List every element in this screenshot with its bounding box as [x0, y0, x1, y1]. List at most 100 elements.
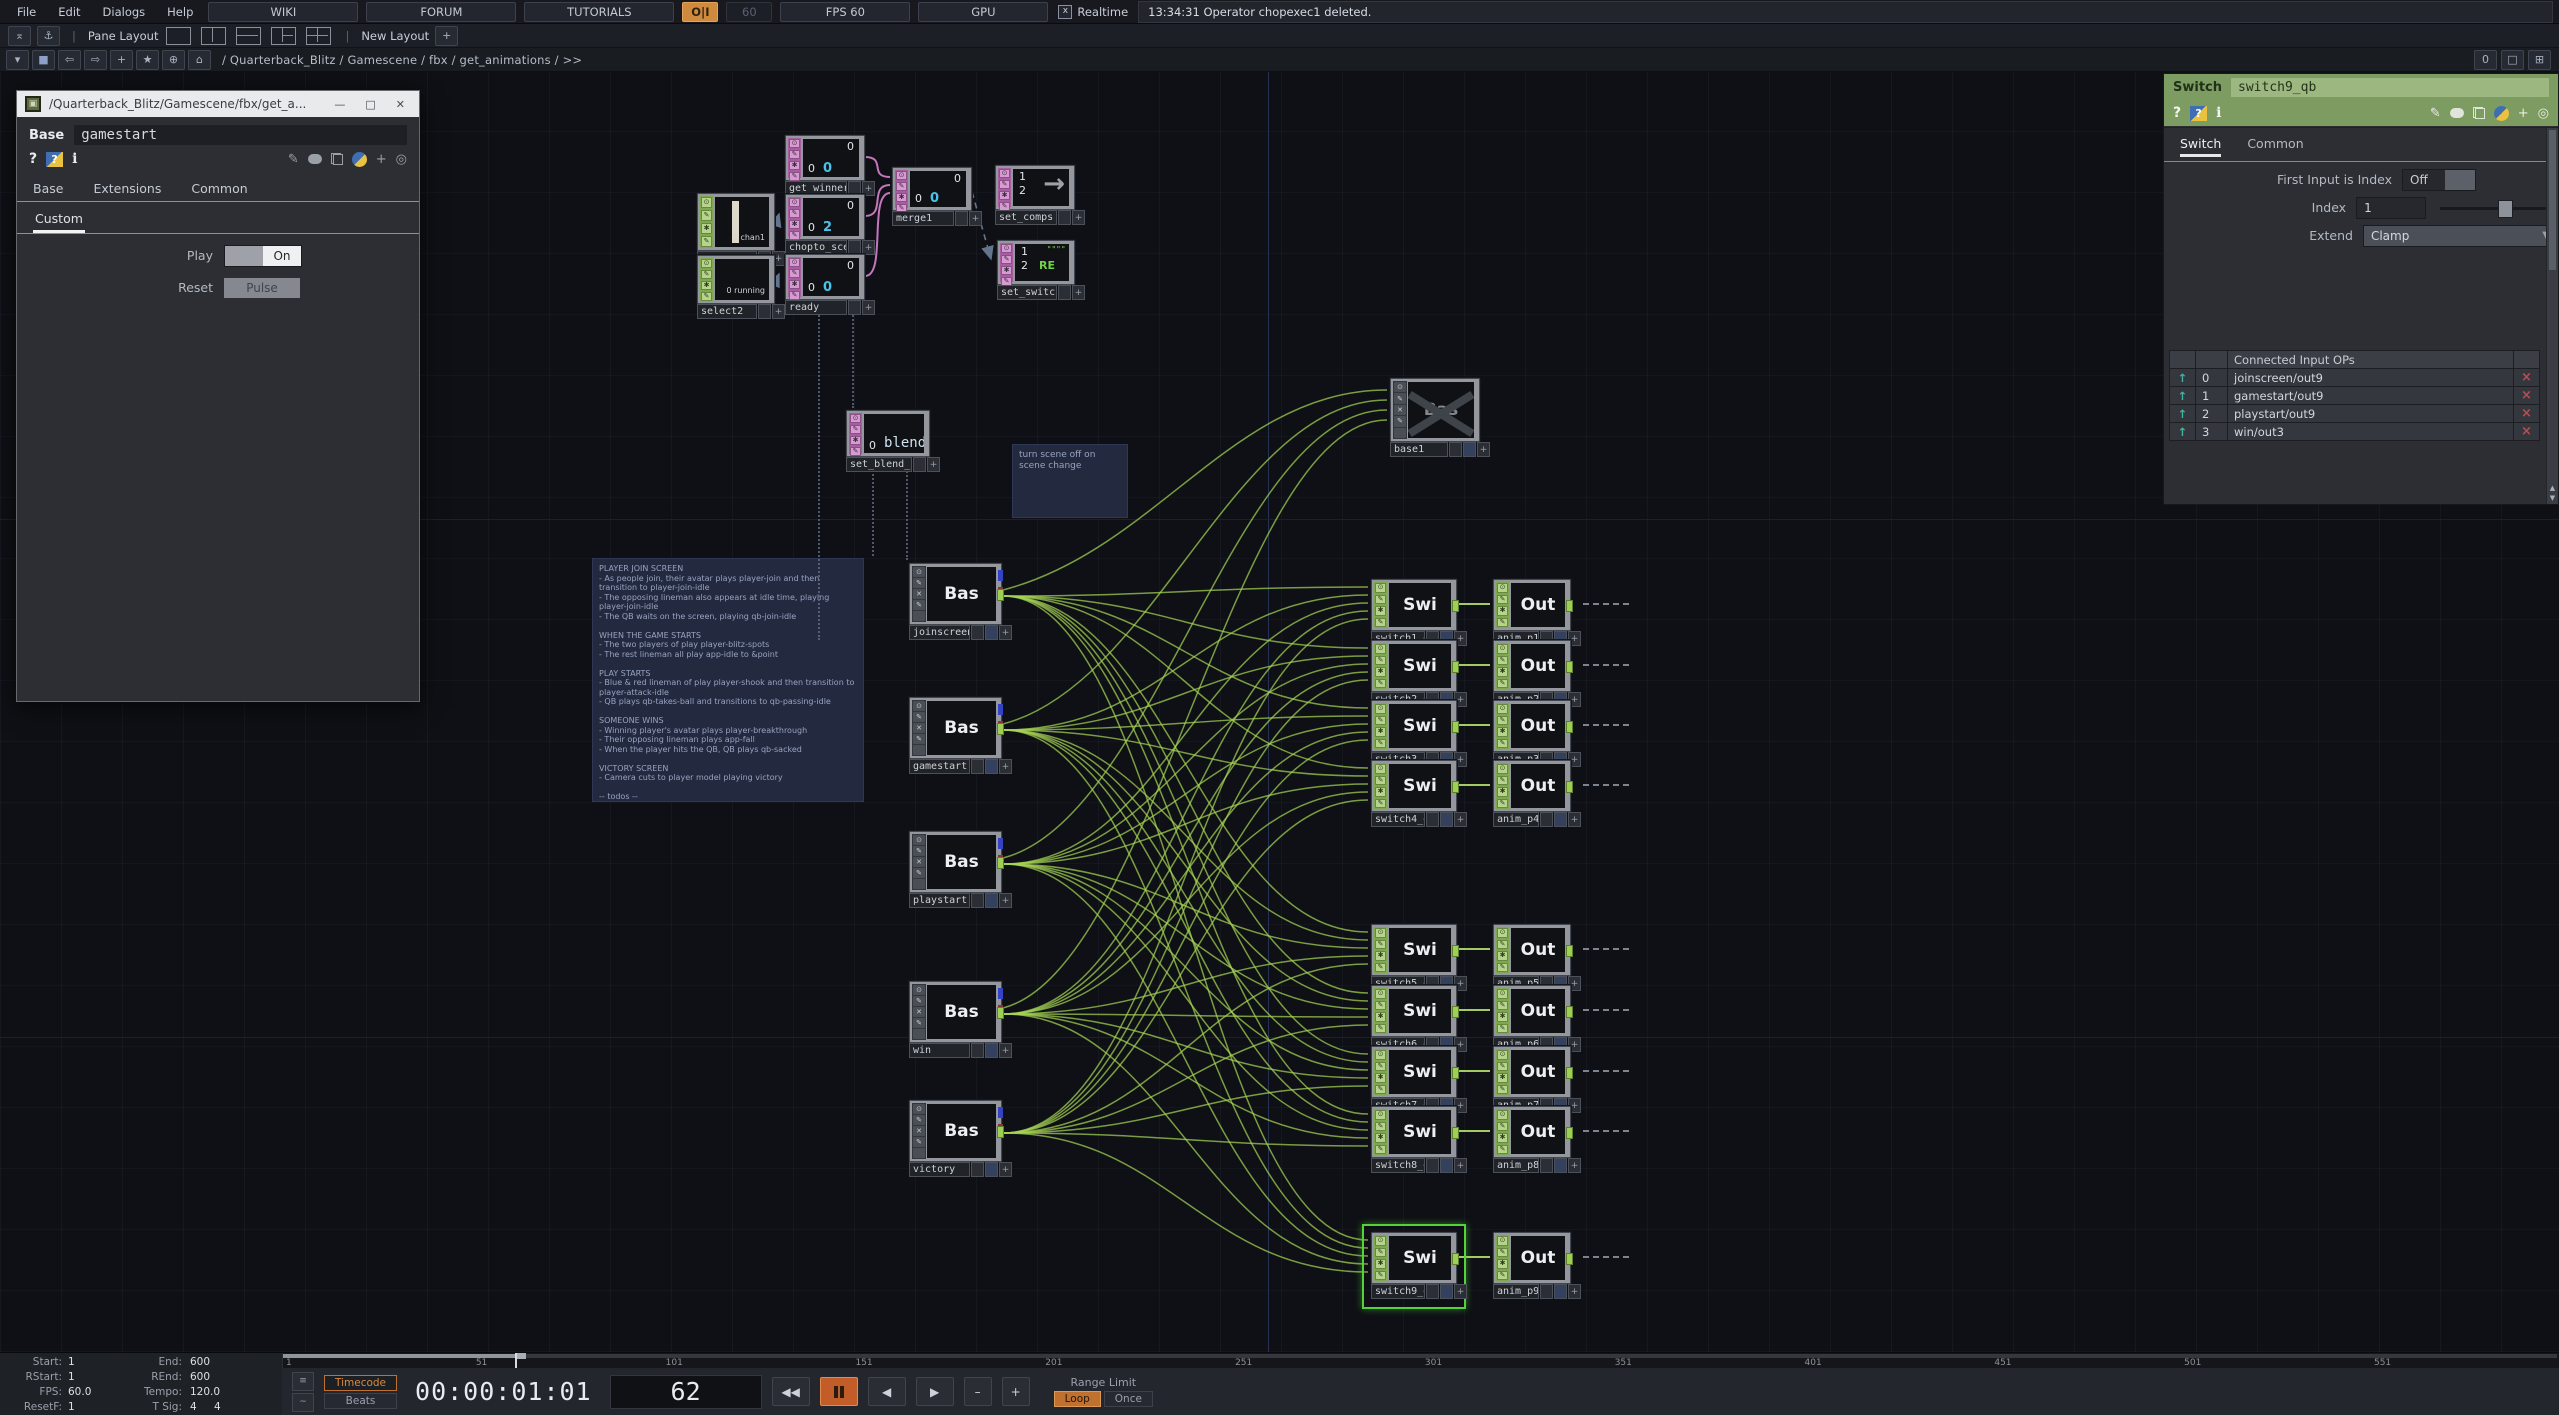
- add-flag[interactable]: +: [999, 625, 1012, 640]
- comment-scene-note[interactable]: turn scene off on scene change: [1012, 444, 1128, 518]
- comment-bubble-icon[interactable]: [308, 154, 322, 164]
- node-label[interactable]: joinscreen: [909, 625, 970, 640]
- input-connector[interactable]: ⊙: [1497, 764, 1508, 774]
- node-flag-icons[interactable]: ⊙✎✕✎: [912, 700, 926, 756]
- input-connector[interactable]: ✱: [896, 193, 907, 202]
- node-select2[interactable]: ⊙✎✱✎0 runningselect2+: [697, 255, 773, 302]
- timeline-options-icon[interactable]: ≡: [292, 1372, 314, 1391]
- node-label[interactable]: win: [909, 1043, 970, 1058]
- render-flag[interactable]: [985, 1043, 998, 1058]
- edit-pencil-icon[interactable]: ✎: [2430, 106, 2441, 121]
- node-flag-icon[interactable]: [913, 1148, 925, 1158]
- node-label[interactable]: set_blend_frames: [846, 457, 912, 472]
- input-connector[interactable]: ✱: [1497, 1133, 1508, 1143]
- range-bar[interactable]: [283, 1354, 2557, 1358]
- move-up-icon[interactable]: ↑: [2170, 423, 2195, 440]
- beats-mode-button[interactable]: Beats: [324, 1393, 397, 1409]
- input-connector[interactable]: ✎: [1497, 1001, 1508, 1011]
- node-label[interactable]: ready: [785, 300, 847, 315]
- viewer-flag[interactable]: [848, 240, 861, 255]
- pause-button[interactable]: [820, 1377, 858, 1406]
- node-body[interactable]: ⊙✎✕✎Bas: [909, 563, 1002, 625]
- node-flag-icon[interactable]: ✕: [913, 857, 925, 867]
- viewer-flag[interactable]: [758, 304, 771, 319]
- input-connectors[interactable]: ⊙✎✱✎: [1374, 703, 1387, 749]
- node-switch2_qb[interactable]: ⊙✎✱✎Swiswitch2_qb+: [1371, 640, 1455, 690]
- tsig-numerator[interactable]: 4: [190, 1401, 197, 1413]
- node-body[interactable]: ⊙✎✱✎002: [785, 194, 865, 240]
- input-connector[interactable]: ⊙: [1497, 704, 1508, 714]
- input-connectors[interactable]: ⊙✎✱✎: [998, 168, 1011, 207]
- input-connector[interactable]: ✱: [1375, 951, 1386, 961]
- tab-extensions[interactable]: Extensions: [93, 181, 161, 196]
- menu-help[interactable]: Help: [156, 5, 204, 19]
- maximize-icon[interactable]: □: [359, 98, 381, 111]
- node-switch1_qb[interactable]: ⊙✎✱✎Swiswitch1_qb+: [1371, 579, 1455, 629]
- new-layout-add-button[interactable]: +: [435, 26, 458, 46]
- output-connector[interactable]: [997, 589, 1004, 601]
- delete-input-icon[interactable]: ×: [2514, 387, 2539, 404]
- add-flag[interactable]: +: [1568, 812, 1581, 827]
- node-flag-icon[interactable]: ✎: [1394, 393, 1406, 403]
- node-anim_p9_qb[interactable]: ⊙✎✱✎Outanim_p9_qb+: [1493, 1232, 1569, 1282]
- node-label[interactable]: set_comps: [995, 210, 1057, 225]
- input-connector[interactable]: ✎: [1375, 799, 1386, 809]
- panel-scrollbar[interactable]: ▲ ▼: [2546, 128, 2558, 504]
- node-merge1[interactable]: ⊙✎✱✎000merge1+: [892, 167, 970, 209]
- node-chopto_scene[interactable]: ⊙✎✱✎002chopto_scene+: [785, 194, 863, 238]
- target-icon[interactable]: ◎: [396, 152, 407, 167]
- tempo-value[interactable]: 120.0: [190, 1386, 220, 1398]
- node-switch8_qb[interactable]: ⊙✎✱✎Swiswitch8_qb+: [1371, 1106, 1455, 1156]
- input-connector[interactable]: ✱: [1497, 787, 1508, 797]
- output-connector[interactable]: [1566, 1006, 1573, 1018]
- input-connector[interactable]: ✎: [1497, 1062, 1508, 1072]
- input-connector[interactable]: ✱: [999, 191, 1010, 200]
- node-body[interactable]: ⊙✎✱✎Swi: [1371, 579, 1457, 631]
- tutorials-button[interactable]: TUTORIALS: [524, 2, 674, 22]
- node-gamestart[interactable]: ⊙✎✕✎Basgamestart+: [909, 697, 1000, 757]
- input-connector[interactable]: ✱: [1497, 1073, 1508, 1083]
- input-connector[interactable]: ⊙: [701, 259, 712, 268]
- input-connector[interactable]: ✎: [1497, 1145, 1508, 1155]
- collapse-icon[interactable]: ⌅: [8, 26, 31, 46]
- input-connector[interactable]: ✱: [1375, 727, 1386, 737]
- play-toggle[interactable]: On: [224, 245, 302, 267]
- resetf-value[interactable]: 1: [68, 1401, 75, 1413]
- output-connector[interactable]: [1566, 945, 1573, 957]
- input-connector[interactable]: ✎: [999, 180, 1010, 189]
- input-connector[interactable]: ⊙: [1497, 644, 1508, 654]
- parameter-window[interactable]: ▣ /Quarterback_Blitz/Gamescene/fbx/get_a…: [16, 90, 420, 702]
- input-connector[interactable]: ⊙: [1497, 928, 1508, 938]
- node-anim_p8[interactable]: ⊙✎✱✎Outanim_p8+: [1493, 1106, 1569, 1156]
- input-connectors[interactable]: ⊙✎✱✎: [895, 170, 908, 208]
- node-body[interactable]: ⊙✎✱✎000: [892, 167, 972, 211]
- input-connector[interactable]: ✱: [1497, 727, 1508, 737]
- input-connectors[interactable]: ⊙✎✱✎: [1496, 703, 1509, 749]
- realtime-toggle[interactable]: x Realtime: [1058, 5, 1128, 19]
- input-connectors[interactable]: ⊙✎✱✎: [1374, 988, 1387, 1034]
- copy-parameters-icon[interactable]: [2473, 107, 2485, 119]
- node-flag-icon[interactable]: ⊙: [913, 985, 925, 995]
- node-flag-icons[interactable]: ⊙✎✕✎: [1393, 381, 1407, 439]
- add-bookmark-icon[interactable]: +: [110, 50, 133, 70]
- input-connectors[interactable]: ⊙✎✱✎: [1496, 988, 1509, 1034]
- input-connector[interactable]: ✎: [1497, 940, 1508, 950]
- help-icon[interactable]: ?: [29, 151, 37, 167]
- add-flag[interactable]: +: [999, 759, 1012, 774]
- home-icon[interactable]: ⌂: [188, 50, 211, 70]
- node-label[interactable]: set_switches_win: [997, 285, 1057, 300]
- input-connector[interactable]: ✎: [1375, 1062, 1386, 1072]
- jump-to-start-button[interactable]: ◀◀: [772, 1377, 810, 1406]
- output-connector[interactable]: [997, 723, 1004, 735]
- info-icon[interactable]: i: [72, 151, 77, 167]
- node-body[interactable]: ⊙✎✱✎Out: [1493, 1232, 1571, 1284]
- node-flag-icon[interactable]: ✎: [913, 1018, 925, 1028]
- menu-dialogs[interactable]: Dialogs: [92, 5, 157, 19]
- node-body[interactable]: ⊙✎✱✎12→: [995, 165, 1075, 210]
- scroll-up-icon[interactable]: ▲: [2547, 484, 2558, 492]
- node-label[interactable]: anim_p8: [1493, 1158, 1539, 1173]
- layout-preset-two-columns[interactable]: [201, 27, 226, 45]
- tsig-denominator[interactable]: 4: [214, 1401, 221, 1413]
- node-set_switches_win[interactable]: ⊙✎✱✎12RE""""set_switches_win+: [997, 240, 1073, 283]
- node-flag-icon[interactable]: ✎: [913, 578, 925, 588]
